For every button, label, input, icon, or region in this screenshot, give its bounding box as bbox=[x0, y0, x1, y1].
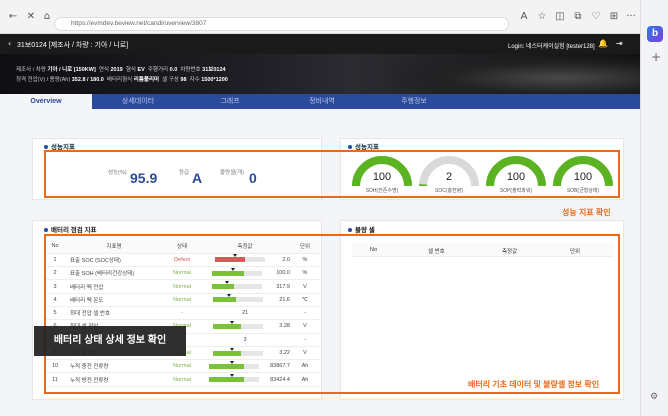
read-aloud-icon[interactable]: A bbox=[515, 7, 533, 25]
perf-callout: 성능 지표 확인 bbox=[562, 208, 611, 217]
back-icon[interactable]: ← bbox=[4, 7, 22, 25]
tab-maintenance[interactable]: 정비내역 bbox=[276, 94, 368, 109]
bottom-callout: 배터리 기초 데이터 및 불량셀 정보 확인 bbox=[468, 380, 600, 389]
split-screen-icon[interactable]: ◫ bbox=[551, 7, 569, 25]
logout-icon[interactable]: ⇥ bbox=[616, 39, 623, 48]
browser-toolbar: ← ✕ ⌂ 🔒 https://evmdev.beview.net/candi/… bbox=[0, 0, 668, 34]
edge-sidebar: b + ⚙ bbox=[640, 0, 668, 416]
vehicle-info-banner: 제조사 / 차량 기아 / 니로 [150KW] 연식 2019 형식 EV 주… bbox=[0, 54, 640, 94]
app-header: ‹ 31보0124 [제조사 / 차량 : 기아 / 니로] Login: 네스… bbox=[0, 34, 640, 54]
address-bar[interactable]: https://evmdev.beview.net/candi/overview… bbox=[54, 17, 509, 31]
vehicle-line-1: 제조사 / 차량 기아 / 니로 [150KW] 연식 2019 형식 EV 주… bbox=[16, 67, 226, 73]
back-arrow-icon[interactable]: ‹ bbox=[8, 39, 11, 48]
caption-overlay: 배터리 상태 상세 정보 확인 bbox=[34, 326, 186, 356]
notification-icon[interactable]: 🔔 bbox=[598, 39, 608, 48]
copilot-icon[interactable]: b bbox=[647, 26, 663, 42]
diagnostic-title: 배터리 점검 지표 bbox=[44, 224, 96, 234]
url-text: https://evmdev.beview.net/candi/overview… bbox=[71, 20, 207, 27]
browser-essentials-icon[interactable]: ♡ bbox=[587, 7, 605, 25]
tab-graph[interactable]: 그래프 bbox=[184, 94, 276, 109]
tab-bar: Overview 상세데이터 그래프 정비내역 주행정보 bbox=[0, 94, 640, 109]
collections-icon[interactable]: ⧉ bbox=[569, 7, 587, 25]
tab-overview[interactable]: Overview bbox=[0, 94, 92, 109]
car-interior-image bbox=[380, 54, 640, 94]
login-info: Login: 네스터케이실험 [tester128] bbox=[508, 44, 595, 50]
bottom-highlight-box bbox=[44, 234, 620, 394]
page-title: 31보0124 [제조사 / 차량 : 기아 / 니로] bbox=[17, 42, 129, 49]
scrollbar[interactable] bbox=[0, 406, 640, 416]
bad-cell-title: 불량 셀 bbox=[348, 224, 375, 234]
perf-highlight-box bbox=[44, 150, 620, 198]
favorite-icon[interactable]: ☆ bbox=[533, 7, 551, 25]
more-icon[interactable]: ··· bbox=[622, 7, 640, 25]
vehicle-line-2: 정격 전압(V) / 용량(Ah) 352.8 / 180.0 배터리형식 리튬… bbox=[16, 77, 228, 83]
tab-detail-data[interactable]: 상세데이터 bbox=[92, 94, 184, 109]
tab-driving-info[interactable]: 주행정보 bbox=[368, 94, 460, 109]
extensions-icon[interactable]: ⊞ bbox=[605, 7, 623, 25]
add-icon[interactable]: + bbox=[651, 50, 661, 64]
settings-icon[interactable]: ⚙ bbox=[650, 392, 658, 402]
